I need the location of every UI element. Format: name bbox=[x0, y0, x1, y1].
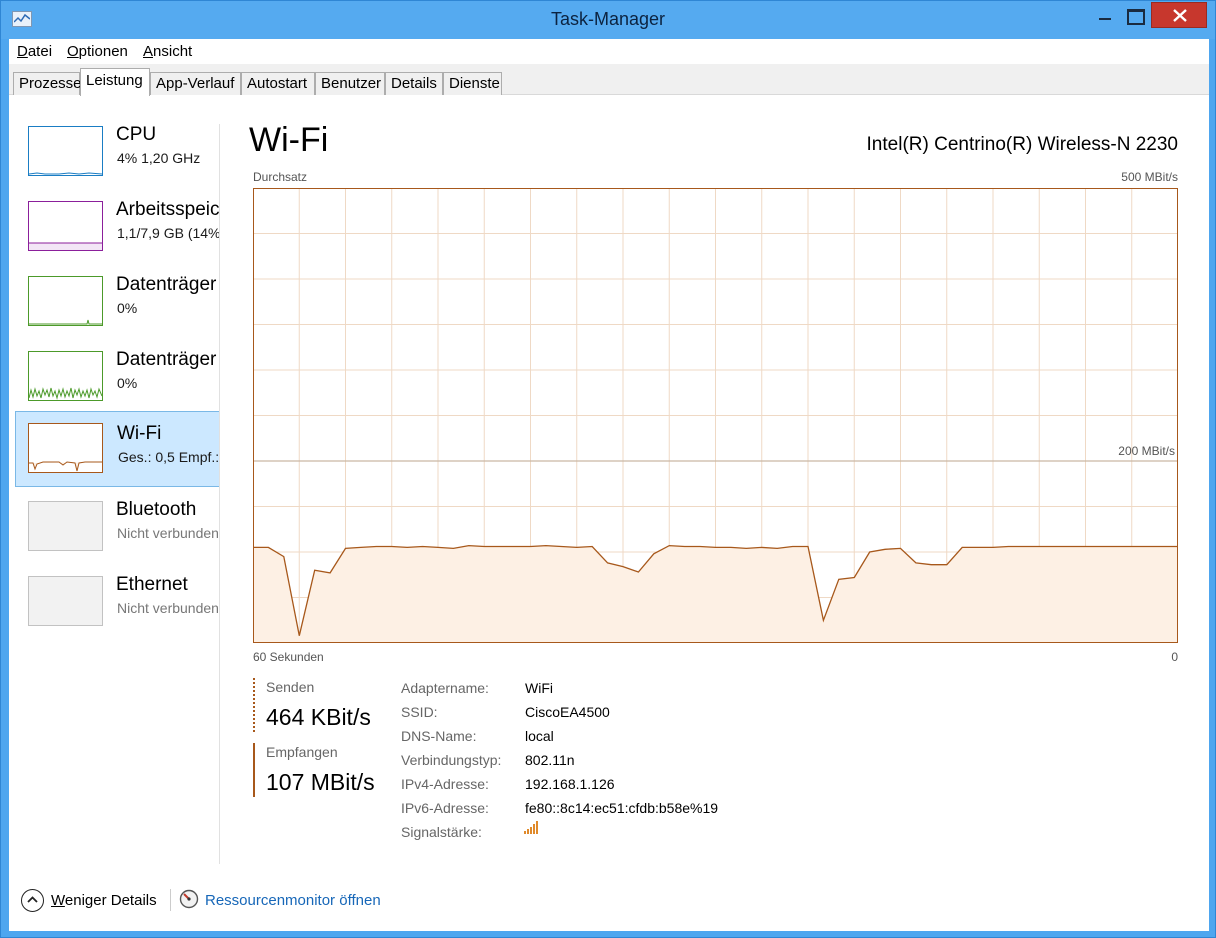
prop-connection-type-label: Verbindungstyp: bbox=[401, 752, 502, 768]
chart-label-durchsatz: Durchsatz bbox=[253, 170, 308, 184]
prop-adaptername-label: Adaptername: bbox=[401, 680, 489, 696]
tile-disk-0-subtitle: 0% bbox=[117, 300, 138, 316]
send-value: 464 KBit/s bbox=[266, 704, 371, 730]
maximize-button[interactable] bbox=[1118, 2, 1152, 28]
receive-label: Empfangen bbox=[266, 744, 338, 760]
resource-monitor-icon bbox=[179, 889, 199, 909]
prop-ipv6-label: IPv6-Adresse: bbox=[401, 800, 489, 816]
chevron-up-icon bbox=[21, 889, 44, 912]
footer-separator bbox=[170, 889, 171, 911]
disk-0-mini-graph bbox=[28, 276, 103, 326]
tile-disk-0[interactable]: Datenträger 0 (C:) 0% bbox=[15, 264, 220, 339]
title-bar[interactable]: Task-Manager bbox=[1, 1, 1215, 39]
send-stat: Senden 464 KBit/s bbox=[253, 678, 393, 732]
signal-strength-icon bbox=[524, 821, 538, 834]
prop-ipv4-value: 192.168.1.126 bbox=[525, 776, 615, 792]
prop-adaptername-value: WiFi bbox=[525, 680, 553, 696]
disk-1-mini-graph bbox=[28, 351, 103, 401]
send-label: Senden bbox=[266, 679, 315, 695]
receive-value: 107 MBit/s bbox=[266, 769, 375, 795]
tile-wifi-title: Wi-Fi bbox=[117, 423, 162, 444]
prop-dns-label: DNS-Name: bbox=[401, 728, 477, 744]
close-button[interactable] bbox=[1151, 2, 1207, 28]
chart-label-seconds: 60 Sekunden bbox=[253, 650, 324, 664]
tab-app-verlauf[interactable]: App-Verlauf bbox=[150, 72, 241, 95]
tab-prozesse[interactable]: Prozesse bbox=[13, 72, 82, 95]
prop-connection-type-value: 802.11n bbox=[525, 752, 575, 768]
tile-wifi[interactable]: Wi-Fi Ges.: 0,5 Empf.: 107 MBit/s bbox=[15, 411, 220, 487]
tile-cpu-title: CPU bbox=[116, 124, 157, 145]
menu-ansicht[interactable]: Ansicht bbox=[143, 43, 192, 60]
tile-ethernet-title: Ethernet bbox=[116, 574, 188, 595]
throughput-chart: 200 MBit/s bbox=[253, 188, 1178, 643]
detail-title: Wi-Fi bbox=[249, 121, 329, 159]
chart-label-max: 500 MBit/s bbox=[1121, 170, 1178, 184]
tile-disk-0-title: Datenträger 0 (C:) bbox=[116, 274, 220, 295]
chart-area-fill bbox=[253, 545, 1178, 643]
ethernet-mini-graph bbox=[28, 576, 103, 626]
prop-signal-label: Signalstärke: bbox=[401, 824, 482, 840]
menu-datei[interactable]: Datei bbox=[17, 43, 52, 60]
tab-leistung[interactable]: Leistung bbox=[80, 68, 150, 96]
prop-ssid-label: SSID: bbox=[401, 704, 438, 720]
chart-mid-label: 200 MBit/s bbox=[1118, 444, 1175, 458]
adapter-name: Intel(R) Centrino(R) Wireless-N 2230 bbox=[866, 134, 1178, 155]
tab-benutzer[interactable]: Benutzer bbox=[315, 72, 385, 95]
prop-ssid-value: CiscoEA4500 bbox=[525, 704, 610, 720]
prop-ipv4-label: IPv4-Adresse: bbox=[401, 776, 489, 792]
tile-ethernet-subtitle: Nicht verbunden bbox=[117, 600, 219, 616]
bluetooth-mini-graph bbox=[28, 501, 103, 551]
tile-disk-1[interactable]: Datenträger 1 (D:) 0% bbox=[15, 339, 220, 414]
prop-dns-value: local bbox=[525, 728, 554, 744]
minimize-button[interactable] bbox=[1088, 2, 1122, 28]
receive-stat: Empfangen 107 MBit/s bbox=[253, 743, 393, 797]
tile-ethernet[interactable]: Ethernet Nicht verbunden bbox=[15, 564, 220, 639]
tile-memory[interactable]: Arbeitsspeicher 1,1/7,9 GB (14%) bbox=[15, 189, 220, 264]
cpu-mini-graph bbox=[28, 126, 103, 176]
tab-bar: Prozesse Leistung App-Verlauf Autostart … bbox=[9, 64, 1209, 96]
tile-cpu-subtitle: 4% 1,20 GHz bbox=[117, 150, 201, 166]
tile-disk-1-subtitle: 0% bbox=[117, 375, 138, 391]
close-icon bbox=[1173, 9, 1187, 22]
tile-bluetooth-subtitle: Nicht verbunden bbox=[117, 525, 219, 541]
tile-cpu[interactable]: CPU 4% 1,20 GHz bbox=[15, 114, 220, 189]
menu-optionen[interactable]: Optionen bbox=[67, 43, 128, 60]
tile-wifi-subtitle: Ges.: 0,5 Empf.: 107 MBit/s bbox=[118, 449, 220, 465]
prop-ipv6-value: fe80::8c14:ec51:cfdb:b58e%19 bbox=[525, 800, 719, 816]
tab-dienste[interactable]: Dienste bbox=[443, 72, 502, 95]
chart-label-zero: 0 bbox=[1171, 650, 1178, 664]
tile-memory-title: Arbeitsspeicher bbox=[116, 199, 220, 220]
window-title: Task-Manager bbox=[550, 9, 666, 29]
fewer-details-label: Weniger Details bbox=[51, 892, 157, 909]
tile-bluetooth[interactable]: Bluetooth Nicht verbunden bbox=[15, 489, 220, 564]
tab-autostart[interactable]: Autostart bbox=[241, 72, 315, 95]
pane-divider[interactable] bbox=[219, 124, 220, 864]
open-resource-monitor-label: Ressourcenmonitor öffnen bbox=[205, 892, 381, 909]
task-manager-window: Task-Manager Datei Optionen Ansicht Proz… bbox=[0, 0, 1216, 938]
menu-bar: Datei Optionen Ansicht bbox=[9, 39, 1209, 64]
tile-memory-subtitle: 1,1/7,9 GB (14%) bbox=[117, 225, 220, 241]
wifi-mini-graph bbox=[28, 423, 103, 473]
memory-mini-graph bbox=[28, 201, 103, 251]
tile-bluetooth-title: Bluetooth bbox=[116, 499, 197, 520]
client-area: Datei Optionen Ansicht Prozesse Leistung… bbox=[9, 39, 1209, 931]
resource-list: CPU 4% 1,20 GHz Arbeitsspeicher 1,1/7,9 … bbox=[9, 96, 220, 866]
tile-disk-1-title: Datenträger 1 (D:) bbox=[116, 349, 220, 370]
tab-details[interactable]: Details bbox=[385, 72, 443, 95]
